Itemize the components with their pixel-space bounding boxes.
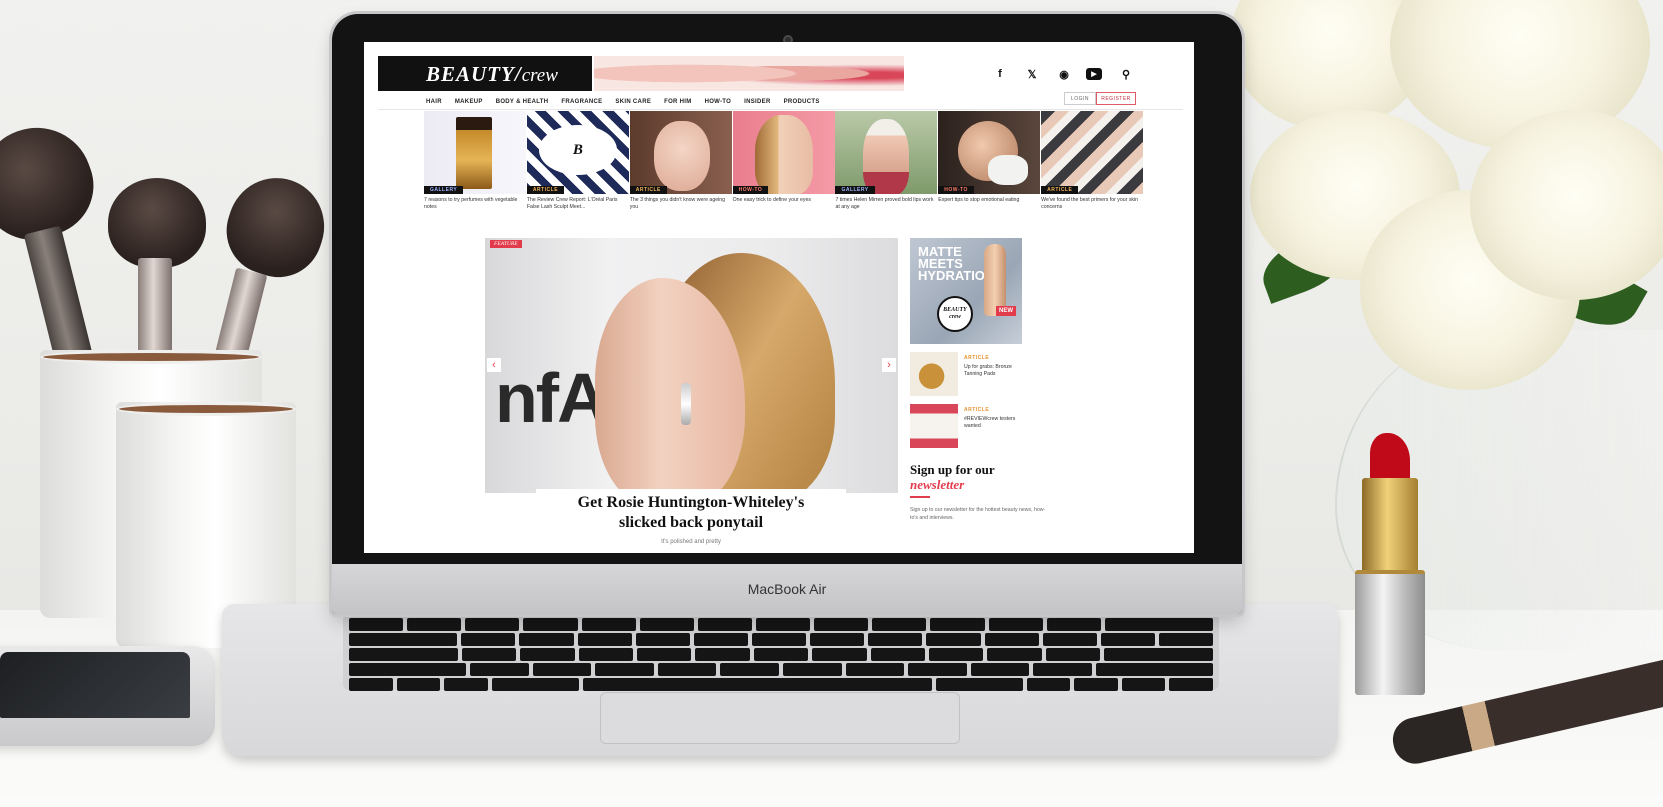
hero-headline[interactable]: Get Rosie Huntington-Whiteley's slicked … [536,493,846,533]
card-title: The Review Crew Report: L'Oréal Paris Fa… [526,197,618,210]
register-button[interactable]: REGISTER [1096,92,1136,105]
instagram-icon[interactable]: ◉ [1056,68,1072,81]
makeup-brush-head [108,178,206,268]
cup-rim [40,350,262,364]
sidebar-title: Up for grabs: Bronze Tanning Pads [964,364,1012,377]
white-roses [1230,0,1663,420]
twitter-icon[interactable]: 𝕏 [1024,68,1040,81]
card-tag: GALLERY [424,186,464,194]
card-image: ARTICLE [629,111,732,194]
sidebar-tag: ARTICLE [964,355,990,361]
laptop-base [222,604,1338,756]
ad-headline: MATTE MEETS HYDRATION [918,244,995,283]
card-tag: ARTICLE [1041,186,1079,194]
hero-headline-line2: slicked back ponytail [618,514,764,531]
article-strip: GALLERY 7 reasons to try perfumes with v… [424,111,1144,229]
card-image: B ARTICLE [526,111,629,194]
sidebar-title: #REVIEWcrew testers wanted [964,416,1016,429]
card-title: 7 reasons to try perfumes with vegetable… [424,197,518,210]
trackpad [600,692,960,744]
card-tag: HOW-TO [938,186,974,194]
newsletter-heading-line1: Sign up for our [910,462,995,477]
logo-subtext: crew [521,65,558,86]
hero-prev-arrow-icon[interactable]: ‹ [487,358,501,372]
phone-screen [0,652,190,718]
lipstick-sleeve [1362,478,1418,574]
main-nav: HAIR MAKEUP BODY & HEALTH FRAGRANCE SKIN… [426,99,820,105]
article-card[interactable]: HOW-TO Expert tips to stop emotional eat… [938,111,1041,229]
sidebar: MATTE MEETS HYDRATION BEAUTY crew NEW AR… [910,238,1045,522]
lipstick-case [1355,570,1425,695]
card-tag: ARTICLE [526,186,565,194]
sidebar-tag: ARTICLE [964,407,990,413]
search-icon[interactable]: ⚲ [1118,68,1134,81]
laptop-chin: MacBook Air [332,564,1242,614]
sidebar-thumb [910,404,958,448]
nav-item-body-health[interactable]: BODY & HEALTH [496,99,549,105]
ad-badge: BEAUTY crew [937,296,973,332]
nav-item-hair[interactable]: HAIR [426,99,442,105]
sidebar-thumb [910,352,958,396]
hero-subtitle: It's polished and pretty [661,539,721,545]
nav-item-products[interactable]: PRODUCTS [784,99,820,105]
login-button[interactable]: LOGIN [1064,92,1096,105]
sidebar-item[interactable]: ARTICLE #REVIEWcrew testers wanted [910,404,1022,448]
article-card[interactable]: HOW-TO One easy trick to define your eye… [732,111,836,229]
article-card[interactable]: ARTICLE The 3 things you didn't know wer… [629,111,733,229]
advertisement[interactable]: MATTE MEETS HYDRATION BEAUTY crew NEW [910,238,1022,344]
cup-rim [116,402,296,416]
card-image: ARTICLE [1041,111,1144,194]
card-tag: HOW-TO [732,186,769,194]
smartphone [0,646,215,746]
newsletter-heading-line2: newsletter [910,477,965,492]
hero-caption: Get Rosie Huntington-Whiteley's slicked … [536,489,846,553]
hero-earring [681,383,691,425]
nav-item-for-him[interactable]: FOR HIM [664,99,691,105]
youtube-icon[interactable]: ▶ [1086,68,1102,80]
card-image: GALLERY [835,111,938,194]
laptop-model-label: MacBook Air [747,581,827,597]
card-title: We've found the best primers for your sk… [1041,197,1139,210]
ad-new-label: NEW [996,306,1016,316]
site-header: BEAUTY/crew f 𝕏 ◉ ▶ ⚲ LOGIN REGISTER HAI… [364,42,1194,110]
hero-next-arrow-icon[interactable]: › [882,358,896,372]
nav-item-fragrance[interactable]: FRAGRANCE [561,99,602,105]
card-title: Expert tips to stop emotional eating [938,197,1020,203]
nav-item-insider[interactable]: INSIDER [744,99,770,105]
newsletter-description: Sign up to our newsletter for the hottes… [910,507,1046,521]
card-title: One easy trick to define your eyes [732,197,812,203]
keyboard [343,614,1219,691]
hero-image: nfAR ‹ › [485,238,898,493]
card-tag: ARTICLE [629,186,667,194]
article-card[interactable]: GALLERY 7 times Helen Mirren proved bold… [835,111,938,229]
article-card[interactable]: ARTICLE We've found the best primers for… [1041,111,1144,229]
hero-headline-line1: Get Rosie Huntington-Whiteley's [577,494,805,511]
card-image: HOW-TO [732,111,835,194]
nav-item-skin-care[interactable]: SKIN CARE [615,99,651,105]
newsletter-divider [910,496,930,498]
hero-tag: FEATURE [490,240,522,248]
card-image: GALLERY [424,111,526,194]
card-image: HOW-TO [938,111,1041,194]
nav-divider [378,109,1183,110]
laptop-screen: BEAUTY/crew f 𝕏 ◉ ▶ ⚲ LOGIN REGISTER HAI… [364,42,1194,553]
facebook-icon[interactable]: f [992,68,1008,80]
header-banner-image [594,56,904,91]
card-title: The 3 things you didn't know were ageing… [629,197,726,210]
site-logo[interactable]: BEAUTY/crew [378,56,592,91]
nav-item-makeup[interactable]: MAKEUP [455,99,483,105]
sidebar-item[interactable]: ARTICLE Up for grabs: Bronze Tanning Pad… [910,352,1022,396]
makeup-brush-handle [23,225,95,371]
nav-item-how-to[interactable]: HOW-TO [705,99,732,105]
card-title: 7 times Helen Mirren proved bold lips wo… [835,197,934,210]
newsletter-heading: Sign up for our newsletter [910,462,1022,492]
article-card[interactable]: B ARTICLE The Review Crew Report: L'Oréa… [526,111,630,229]
article-card[interactable]: GALLERY 7 reasons to try perfumes with v… [424,111,527,229]
card-tag: GALLERY [835,186,875,194]
logo-text: BEAUTY [426,62,515,86]
makeup-brush-head [215,165,337,289]
